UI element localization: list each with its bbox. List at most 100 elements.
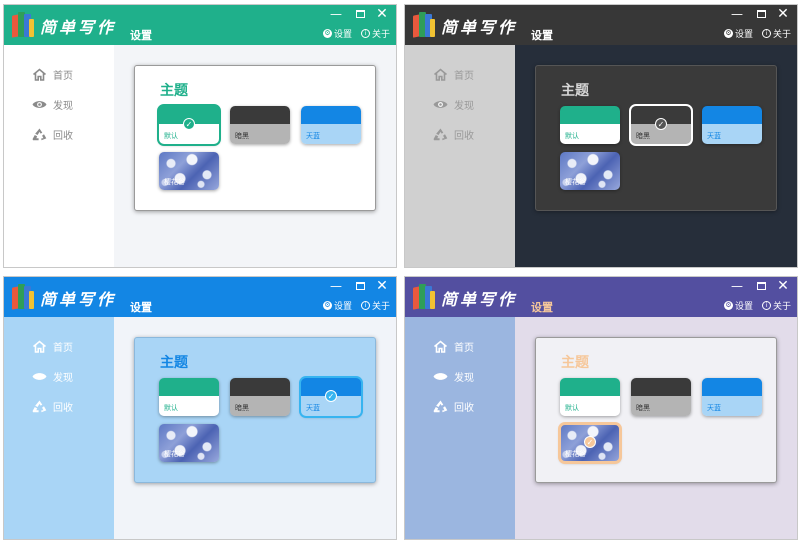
theme-option-skyblue[interactable]: 天蓝 — [301, 106, 361, 144]
app-window-dark-theme: 简单写作 设置 — ✕ ⚙ 设置 i 关于 首页 发现 回收 主题 默认 暗黑 … — [404, 4, 798, 268]
main-content: 主题 默认 ✓ 暗黑 天蓝 樱花谷 — [114, 45, 396, 267]
theme-option-label: 暗黑 — [636, 132, 650, 140]
selected-check-icon: ✓ — [655, 118, 667, 130]
home-icon — [32, 340, 47, 353]
theme-option-label: 樱花谷 — [565, 178, 586, 186]
theme-option-default[interactable]: 默认 — [159, 378, 219, 416]
title-bar: 简单写作 设置 — ✕ ⚙ 设置 i 关于 — [4, 277, 396, 317]
theme-option-sakura[interactable]: 樱花谷 ✓ — [558, 422, 622, 464]
theme-option-default[interactable]: 默认 ✓ — [157, 104, 221, 146]
about-button[interactable]: i 关于 — [761, 299, 791, 312]
page-title: 设置 — [130, 29, 152, 42]
app-logo-icon — [413, 11, 435, 38]
about-button[interactable]: i 关于 — [360, 27, 390, 40]
theme-option-dark[interactable]: 暗黑 — [230, 378, 290, 416]
sidebar-item-discover[interactable]: 发现 — [32, 369, 73, 384]
theme-option-sakura[interactable]: 樱花谷 — [159, 152, 219, 190]
about-button[interactable]: i 关于 — [360, 299, 390, 312]
close-button[interactable]: ✕ — [775, 279, 791, 293]
info-icon: i — [360, 29, 370, 38]
minimize-button[interactable]: — — [729, 279, 745, 293]
maximize-button[interactable] — [753, 7, 769, 21]
theme-option-skyblue[interactable]: 天蓝 ✓ — [299, 376, 363, 418]
theme-option-skyblue[interactable]: 天蓝 — [702, 106, 762, 144]
gear-icon: ⚙ — [322, 29, 332, 38]
theme-option-dark[interactable]: 暗黑 — [230, 106, 290, 144]
gear-icon: ⚙ — [723, 301, 733, 310]
sidebar-item-home[interactable]: 首页 — [32, 339, 73, 354]
app-window-sakura-theme: 简单写作 设置 — ✕ ⚙ 设置 i 关于 首页 发现 回收 主题 默认 暗黑 … — [404, 276, 798, 540]
info-icon: i — [360, 301, 370, 310]
theme-option-dark[interactable]: 暗黑 ✓ — [629, 104, 693, 146]
app-logo-icon — [413, 283, 435, 310]
maximize-button[interactable] — [753, 279, 769, 293]
theme-panel-title: 主题 — [561, 355, 589, 371]
settings-button[interactable]: ⚙ 设置 — [723, 27, 753, 40]
about-button[interactable]: i 关于 — [761, 27, 791, 40]
recycle-icon — [32, 128, 47, 141]
settings-button[interactable]: ⚙ 设置 — [322, 27, 352, 40]
maximize-button[interactable] — [352, 279, 368, 293]
theme-option-default[interactable]: 默认 — [560, 378, 620, 416]
sidebar-item-label: 回收 — [53, 403, 73, 414]
sidebar-item-discover[interactable]: 发现 — [433, 97, 474, 112]
sidebar-item-label: 回收 — [454, 403, 474, 414]
about-label: 关于 — [772, 302, 791, 312]
app-title: 简单写作 — [441, 18, 518, 37]
selected-check-icon: ✓ — [325, 390, 337, 402]
sidebar-item-recycle[interactable]: 回收 — [433, 399, 474, 414]
sidebar-item-label: 首页 — [53, 71, 73, 82]
theme-panel: 主题 默认 暗黑 天蓝 樱花谷 ✓ — [535, 337, 777, 483]
theme-option-skyblue[interactable]: 天蓝 — [702, 378, 762, 416]
gear-icon: ⚙ — [322, 301, 332, 310]
main-content: 主题 默认 暗黑 天蓝 樱花谷 ✓ — [515, 317, 797, 539]
eye-icon — [32, 98, 47, 111]
home-icon — [433, 340, 448, 353]
minimize-button[interactable]: — — [328, 279, 344, 293]
main-content: 主题 默认 暗黑 ✓ 天蓝 樱花谷 — [515, 45, 797, 267]
sidebar-item-recycle[interactable]: 回收 — [32, 399, 73, 414]
sidebar-item-label: 首页 — [454, 343, 474, 354]
theme-option-dark[interactable]: 暗黑 — [631, 378, 691, 416]
close-button[interactable]: ✕ — [775, 7, 791, 21]
theme-option-label: 默认 — [164, 404, 178, 412]
maximize-button[interactable] — [352, 7, 368, 21]
theme-option-sakura[interactable]: 樱花谷 — [560, 152, 620, 190]
close-button[interactable]: ✕ — [374, 279, 390, 293]
theme-option-label: 默认 — [565, 132, 579, 140]
about-label: 关于 — [772, 30, 791, 40]
sidebar-item-recycle[interactable]: 回收 — [32, 127, 73, 142]
info-icon: i — [761, 301, 771, 310]
title-bar: 简单写作 设置 — ✕ ⚙ 设置 i 关于 — [405, 5, 797, 45]
theme-panel-title: 主题 — [160, 83, 188, 99]
theme-option-label: 樱花谷 — [565, 450, 586, 458]
theme-option-sakura[interactable]: 樱花谷 — [159, 424, 219, 462]
sidebar-item-label: 发现 — [454, 101, 474, 112]
sidebar-item-discover[interactable]: 发现 — [433, 369, 474, 384]
title-bar: 简单写作 设置 — ✕ ⚙ 设置 i 关于 — [405, 277, 797, 317]
minimize-button[interactable]: — — [328, 7, 344, 21]
theme-option-label: 天蓝 — [306, 404, 320, 412]
gear-icon: ⚙ — [723, 29, 733, 38]
theme-option-label: 默认 — [565, 404, 579, 412]
settings-button[interactable]: ⚙ 设置 — [322, 299, 352, 312]
sidebar: 首页 发现 回收 — [405, 45, 515, 267]
close-button[interactable]: ✕ — [374, 7, 390, 21]
sidebar-item-home[interactable]: 首页 — [32, 67, 73, 82]
theme-option-label: 默认 — [164, 132, 178, 140]
minimize-button[interactable]: — — [729, 7, 745, 21]
page-title: 设置 — [531, 29, 553, 42]
settings-label: 设置 — [333, 302, 352, 312]
sidebar-item-home[interactable]: 首页 — [433, 339, 474, 354]
sidebar: 首页 发现 回收 — [4, 317, 114, 539]
theme-panel-title: 主题 — [561, 83, 589, 99]
theme-option-label: 樱花谷 — [164, 450, 185, 458]
eye-icon — [32, 370, 47, 383]
theme-option-default[interactable]: 默认 — [560, 106, 620, 144]
settings-button[interactable]: ⚙ 设置 — [723, 299, 753, 312]
sidebar-item-recycle[interactable]: 回收 — [433, 127, 474, 142]
theme-panel: 主题 默认 暗黑 天蓝 ✓ 樱花谷 — [134, 337, 376, 483]
sidebar-item-home[interactable]: 首页 — [433, 67, 474, 82]
sidebar-item-discover[interactable]: 发现 — [32, 97, 73, 112]
info-icon: i — [761, 29, 771, 38]
